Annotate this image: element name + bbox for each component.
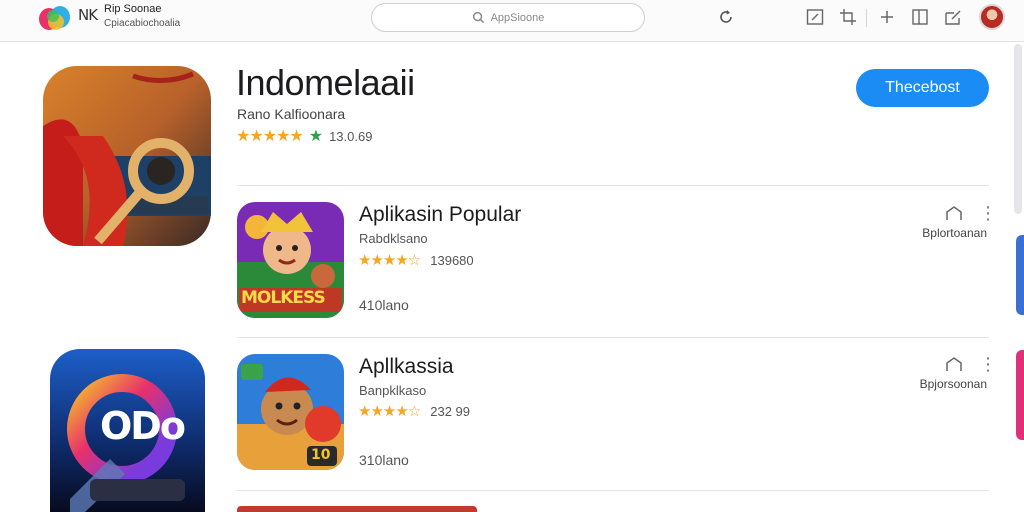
search-input[interactable]: AppSioone xyxy=(371,3,645,32)
side-app-icon[interactable]: ODo xyxy=(50,349,205,512)
list-item-category: Bpjorsoonan xyxy=(919,377,987,391)
next-list-item-icon[interactable] xyxy=(237,506,477,512)
toolbar-separator xyxy=(866,9,867,27)
featured-app-developer[interactable]: Rano Kalfioonara xyxy=(237,106,345,122)
list-item-icon[interactable]: 10 xyxy=(237,354,344,470)
brand-subtitle: Cpiacabiochoalia xyxy=(104,18,181,29)
sidebar-icon[interactable] xyxy=(909,6,931,28)
more-options-icon[interactable]: ⋮ xyxy=(979,204,997,228)
scrollbar[interactable] xyxy=(1014,44,1022,214)
divider xyxy=(237,185,989,186)
list-item-rating-text: 232 99 xyxy=(430,403,471,419)
list-item-icon[interactable]: MOLKESS xyxy=(237,202,344,318)
list-item-icon-label: 10 xyxy=(311,447,331,463)
list-item-category: Bplortoanan xyxy=(922,226,987,240)
logo-mark: NK xyxy=(78,6,98,24)
get-button[interactable]: Thecebost xyxy=(856,69,989,107)
list-item-meta: 310lano xyxy=(359,452,409,468)
refresh-icon[interactable] xyxy=(715,6,737,28)
star-rating-icon: ★★★★★ xyxy=(236,128,304,145)
app-store-logo[interactable] xyxy=(36,4,76,32)
star-rating-icon: ★★★★☆ xyxy=(358,252,421,269)
brand-name: Rip Soonae xyxy=(104,3,162,15)
featured-rating: ★★★★★ ★ 13.0.69 xyxy=(236,126,372,146)
list-item-developer: Banpklkaso xyxy=(359,383,427,398)
plus-icon[interactable] xyxy=(876,6,898,28)
green-star-icon: ★ xyxy=(308,128,324,145)
carousel-edge-card[interactable] xyxy=(1016,235,1024,315)
featured-app-icon[interactable] xyxy=(43,66,211,246)
side-app-icon-label: ODo xyxy=(100,404,186,448)
carousel-edge-card[interactable] xyxy=(1016,350,1024,440)
featured-rating-text: 13.0.69 xyxy=(329,128,373,144)
edit-icon[interactable] xyxy=(804,6,826,28)
list-item-icon-label: MOLKESS xyxy=(241,288,326,308)
avatar[interactable] xyxy=(979,4,1005,30)
search-icon xyxy=(472,11,484,24)
top-bar: NK Rip Soonae Cpiacabiochoalia AppSioone xyxy=(0,0,1024,42)
featured-app-title: Indomelaaii xyxy=(236,62,415,103)
wishlist-icon[interactable] xyxy=(943,203,965,225)
search-placeholder: AppSioone xyxy=(490,11,545,24)
star-rating-icon: ★★★★☆ xyxy=(358,403,421,420)
more-options-icon[interactable]: ⋮ xyxy=(979,355,997,379)
list-item-rating: ★★★★☆ 139680 xyxy=(358,251,474,269)
list-item-title[interactable]: Aplikasin Popular xyxy=(359,203,521,227)
list-item-rating-text: 139680 xyxy=(430,252,474,268)
list-item-developer: Rabdklsano xyxy=(359,231,428,246)
list-item-title[interactable]: Apllkassia xyxy=(359,355,454,379)
crop-icon[interactable] xyxy=(837,6,859,28)
divider xyxy=(237,337,989,338)
list-item-rating: ★★★★☆ 232 99 xyxy=(358,402,470,420)
share-icon[interactable] xyxy=(942,6,964,28)
list-item-meta: 410lano xyxy=(359,297,409,313)
divider xyxy=(237,490,989,491)
wishlist-icon[interactable] xyxy=(943,354,965,376)
